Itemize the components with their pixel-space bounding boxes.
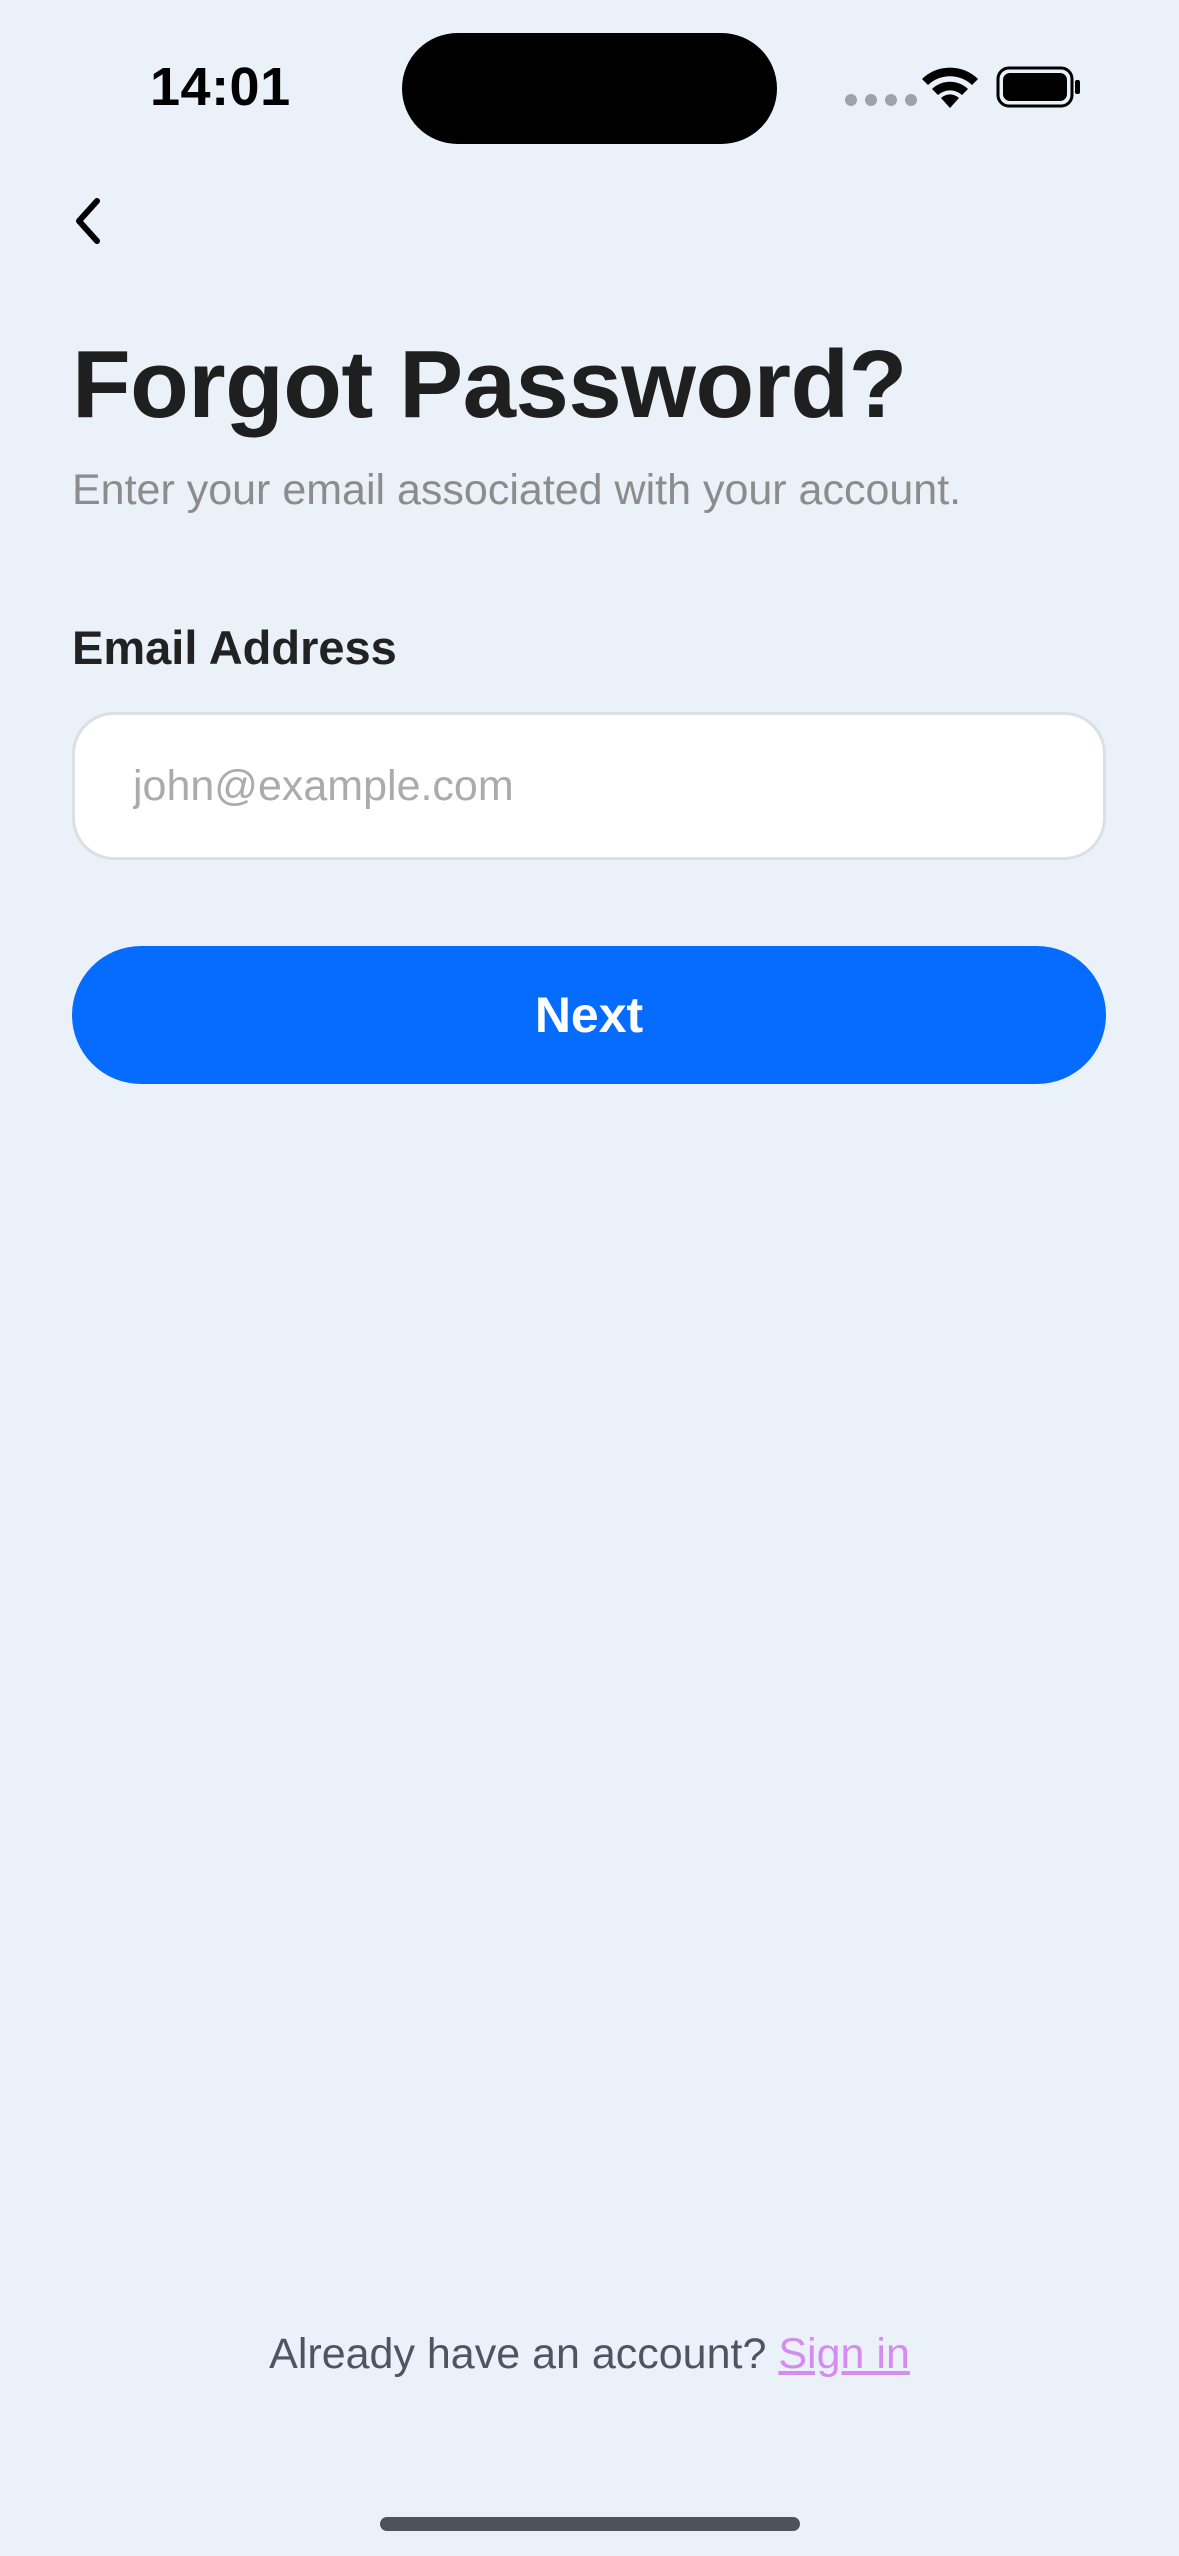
page-title: Forgot Password? — [72, 331, 907, 438]
next-button[interactable]: Next — [72, 946, 1106, 1084]
email-label: Email Address — [72, 621, 397, 674]
home-indicator — [380, 2517, 800, 2531]
battery-icon — [996, 66, 1080, 108]
signin-link[interactable]: Sign in — [778, 2330, 909, 2378]
wifi-icon — [922, 67, 978, 108]
page-subtitle: Enter your email associated with your ac… — [72, 466, 962, 514]
dynamic-island — [402, 33, 777, 144]
cellular-signal-icon — [845, 94, 917, 106]
signin-prompt: Already have an account? Sign in — [0, 2330, 1179, 2379]
back-button[interactable] — [54, 186, 124, 256]
signin-prompt-text: Already have an account? — [269, 2330, 767, 2378]
chevron-left-icon — [76, 198, 100, 244]
forgot-password-screen: 14:01 Forgot Password? Enter your email … — [0, 0, 1179, 2556]
email-field[interactable] — [72, 712, 1106, 860]
status-time: 14:01 — [150, 57, 291, 117]
